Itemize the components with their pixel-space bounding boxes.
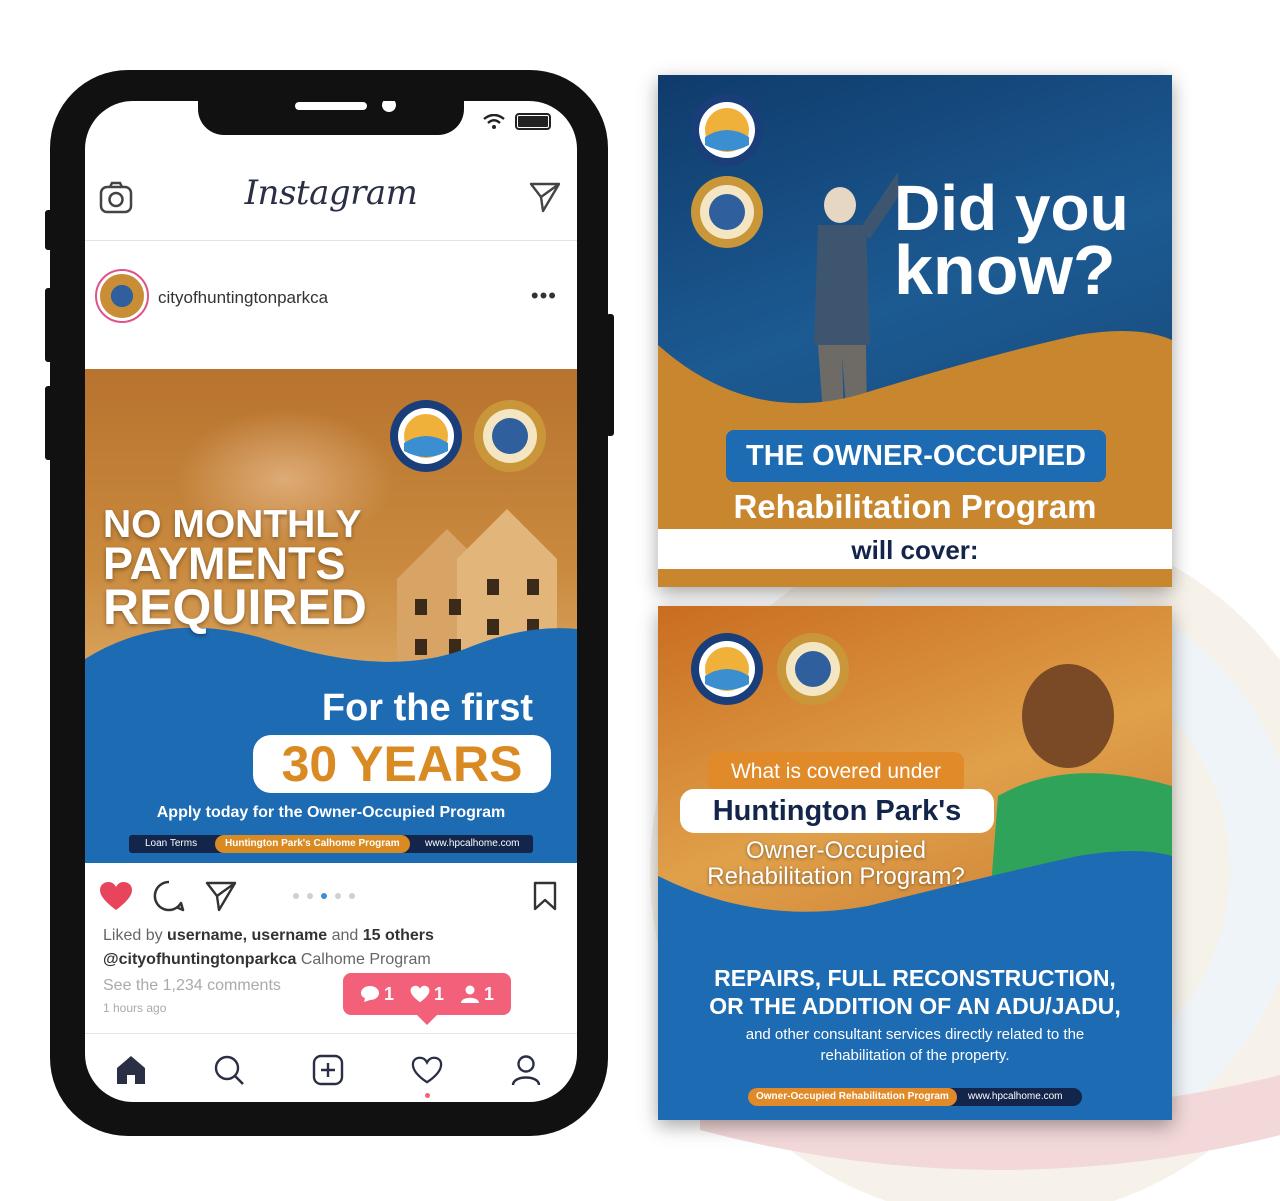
carousel-dot (293, 893, 299, 899)
headline-did-you: Did you (894, 172, 1129, 244)
share-icon[interactable] (205, 880, 237, 912)
view-comments-link[interactable]: See the 1,234 comments (103, 977, 281, 995)
carousel-dot (335, 893, 341, 899)
wifi-icon (483, 113, 505, 129)
carousel-dot (307, 893, 313, 899)
phone-volume-up (45, 288, 53, 362)
owner-occupied-pill: THE OWNER-OCCUPIED (726, 430, 1106, 482)
post-footer-bar: Loan Terms Huntington Park's Calhome Pro… (129, 835, 533, 853)
post-header: cityofhuntingtonparkca ••• (85, 241, 577, 337)
owner-occupied-question: Owner-Occupied Rehabilitation Program? (707, 837, 965, 891)
footer-program-pill: Huntington Park's Calhome Program (215, 835, 410, 853)
mockup-stage: Instagram cityofhuntingtonparkca ••• NO … (0, 0, 1280, 1201)
comment-bubble-icon (360, 986, 379, 1002)
city-of-huntington-park-seal (777, 633, 849, 705)
follower-icon (461, 985, 479, 1003)
footer-url: www.hpcalhome.com (968, 1091, 1063, 1102)
home-icon[interactable] (115, 1054, 147, 1086)
huntington-parks-pill: Huntington Park's (680, 789, 994, 833)
heart-filled-icon[interactable] (99, 881, 133, 911)
post-timestamp: 1 hours ago (103, 1001, 167, 1015)
for-the-first-text: For the first (321, 687, 533, 729)
post-username[interactable]: cityofhuntingtonparkca (158, 288, 328, 308)
activity-notification-bubble[interactable]: 1 1 1 (343, 973, 511, 1025)
post-caption: @cityofhuntingtonparkca Calhome Program (103, 951, 431, 968)
post-image[interactable]: NO MONTHLY PAYMENTS REQUIRED For the fir… (85, 369, 577, 863)
add-post-icon[interactable] (312, 1054, 344, 1086)
phone-screen: Instagram cityofhuntingtonparkca ••• NO … (85, 101, 577, 1102)
phone-mute-switch (45, 210, 53, 250)
footer-loan-terms: Loan Terms (145, 838, 198, 849)
phone-power-button (606, 314, 614, 436)
card2-footer-bar: Owner-Occupied Rehabilitation Program ww… (748, 1088, 1082, 1106)
battery-icon (515, 113, 551, 130)
what-is-covered-pill: What is covered under (708, 752, 964, 794)
years-pill: 30 YEARS (253, 735, 551, 793)
liked-by-text: Liked by username, username and 15 other… (103, 927, 434, 944)
consultant-services-text: and other consultant services directly r… (745, 1026, 1085, 1064)
headline-line-2: PAYMENTS (103, 537, 346, 589)
ad-card-did-you-know: Did you know? THE OWNER-OCCUPIED Rehabil… (658, 75, 1172, 587)
notch-camera (382, 101, 396, 112)
carousel-dots (293, 893, 355, 899)
did-you-know-headline: Did you know? (894, 172, 1129, 309)
notch-speaker (295, 102, 367, 110)
phone-volume-down (45, 386, 53, 460)
more-dots-icon[interactable]: ••• (531, 283, 557, 309)
comment-icon[interactable] (153, 880, 185, 912)
instagram-header: Instagram (85, 131, 577, 241)
headline-line-3: REQUIRED (103, 579, 367, 636)
search-icon[interactable] (213, 1054, 245, 1086)
bookmark-icon[interactable] (533, 881, 557, 911)
ad-card-what-is-covered: What is covered under Huntington Park's … (658, 606, 1172, 1120)
profile-icon[interactable] (510, 1054, 542, 1086)
instagram-tab-bar (85, 1033, 577, 1102)
instagram-logo: Instagram (244, 173, 418, 213)
activity-indicator-dot (425, 1093, 430, 1098)
rehabilitation-program-text: Rehabilitation Program (733, 488, 1097, 525)
city-of-huntington-park-seal (474, 400, 546, 472)
post-actions (85, 863, 577, 933)
caption-username[interactable]: @cityofhuntingtonparkca (103, 951, 296, 968)
direct-message-icon[interactable] (529, 181, 561, 213)
headline-know: know? (894, 230, 1116, 309)
footer-program-pill: Owner-Occupied Rehabilitation Program (748, 1088, 957, 1106)
carousel-dot (321, 893, 327, 899)
phone-notch (198, 101, 464, 135)
apply-today-text: Apply today for the Owner-Occupied Progr… (156, 804, 506, 821)
will-cover-bar: will cover: (658, 529, 1172, 569)
footer-url: www.hpcalhome.com (425, 838, 520, 849)
liked-users[interactable]: username, username (167, 927, 327, 944)
community-development-seal (390, 400, 462, 472)
city-of-huntington-park-seal (691, 176, 763, 248)
repairs-headline: REPAIRS, FULL RECONSTRUCTION, OR THE ADD… (709, 965, 1121, 1020)
carousel-dot (349, 893, 355, 899)
avatar[interactable] (95, 269, 149, 323)
community-development-seal (691, 633, 763, 705)
post-headline: NO MONTHLY PAYMENTS REQUIRED (103, 505, 367, 636)
heart-notif-icon (410, 985, 430, 1003)
phone-mockup: Instagram cityofhuntingtonparkca ••• NO … (45, 70, 614, 1136)
liked-others[interactable]: 15 others (363, 927, 434, 944)
activity-heart-icon[interactable] (411, 1054, 443, 1086)
community-development-seal (691, 94, 763, 166)
status-bar (483, 113, 551, 130)
